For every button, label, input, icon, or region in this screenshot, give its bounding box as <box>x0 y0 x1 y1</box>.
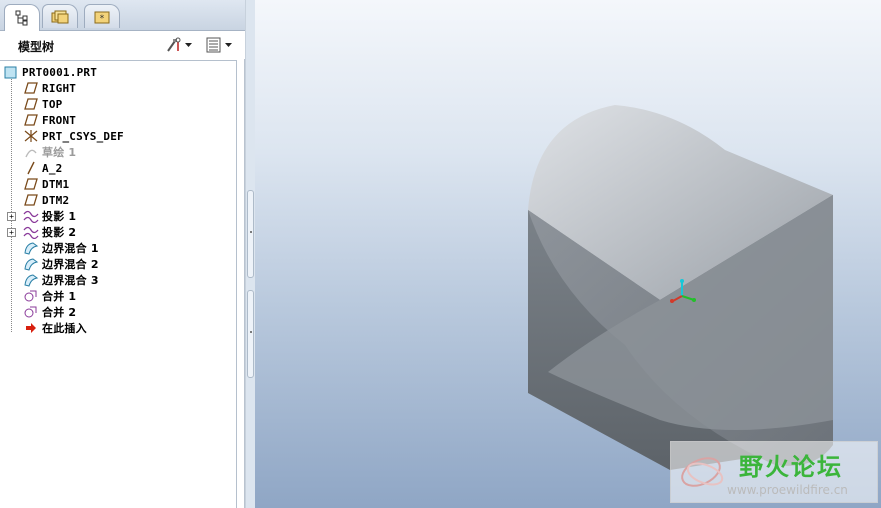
projected-curve-icon <box>23 208 39 224</box>
expand-toggle[interactable]: + <box>7 228 16 237</box>
watermark-logo-icon <box>681 457 724 487</box>
tree-item-dtm1[interactable]: DTM1 <box>23 176 69 192</box>
datum-plane-icon <box>23 112 39 128</box>
boundary-blend-icon <box>23 256 39 272</box>
tree-item-front[interactable]: FRONT <box>23 112 76 128</box>
tree-item-insert-here[interactable]: 在此插入 <box>23 320 87 336</box>
tree-item-dtm2[interactable]: DTM2 <box>23 192 69 208</box>
navigator-tabs: * <box>0 0 245 31</box>
insert-here-arrow-icon <box>23 320 39 336</box>
boundary-blend-icon <box>23 240 39 256</box>
chevron-down-icon <box>225 42 232 47</box>
panel-splitter[interactable] <box>245 0 255 508</box>
tree-item-merge-2[interactable]: 合并 2 <box>23 304 76 320</box>
splitter-grip-top[interactable] <box>247 190 254 278</box>
tree-item-boundary-blend-2[interactable]: 边界混合 2 <box>23 256 99 272</box>
folder-browser-icon <box>51 10 69 23</box>
chevron-down-icon <box>185 42 192 47</box>
splitter-grip-bottom[interactable] <box>247 290 254 378</box>
watermark-url: www.proewildfire.cn <box>727 483 848 497</box>
coordinate-system-icon <box>23 128 39 144</box>
tree-root[interactable]: PRT0001.PRT <box>3 64 97 80</box>
graphics-viewport[interactable] <box>255 0 881 508</box>
tree-guide-line <box>11 77 12 332</box>
tab-model-tree[interactable] <box>4 4 40 31</box>
tree-item-merge-1[interactable]: 合并 1 <box>23 288 76 304</box>
tree-item-top[interactable]: TOP <box>23 96 62 112</box>
datum-plane-icon <box>23 80 39 96</box>
tab-favorites[interactable]: * <box>84 4 120 28</box>
tree-item-right[interactable]: RIGHT <box>23 80 76 96</box>
show-menu-button[interactable] <box>205 35 232 55</box>
settings-button[interactable] <box>165 35 192 55</box>
datum-axis-icon <box>23 160 39 176</box>
tree-item-projection-2[interactable]: 投影 2 <box>23 224 76 240</box>
tools-icon <box>167 37 181 52</box>
merge-icon <box>23 304 39 320</box>
tree-item-boundary-blend-3[interactable]: 边界混合 3 <box>23 272 99 288</box>
watermark: 野火论坛 www.proewildfire.cn <box>670 441 878 503</box>
watermark-title: 野火论坛 <box>739 453 843 481</box>
tree-item-axis[interactable]: A_2 <box>23 160 62 176</box>
panel-header: 模型树 <box>0 31 245 59</box>
merge-icon <box>23 288 39 304</box>
datum-plane-icon <box>23 192 39 208</box>
model-tree-icon <box>15 10 28 26</box>
expand-toggle[interactable]: + <box>7 212 16 221</box>
tree-item-sketch[interactable]: 草绘 1 <box>23 144 76 160</box>
datum-plane-icon <box>23 96 39 112</box>
panel-title: 模型树 <box>18 40 55 54</box>
list-view-icon <box>206 37 221 53</box>
navigator-panel: * 模型树 PRT0001.PRT RIGHT TOP FRONT PRT_CS… <box>0 0 245 508</box>
part-icon <box>3 64 19 80</box>
tree-item-csys[interactable]: PRT_CSYS_DEF <box>23 128 124 144</box>
tree-item-boundary-blend-1[interactable]: 边界混合 1 <box>23 240 99 256</box>
tab-folder-browser[interactable] <box>42 4 78 28</box>
projected-curve-icon <box>23 224 39 240</box>
favorites-folder-icon: * <box>94 11 110 24</box>
model-tree: PRT0001.PRT RIGHT TOP FRONT PRT_CSYS_DEF… <box>0 60 237 508</box>
model-3d-view <box>528 105 833 470</box>
svg-text:*: * <box>99 14 104 24</box>
boundary-blend-icon <box>23 272 39 288</box>
datum-plane-icon <box>23 176 39 192</box>
tree-item-projection-1[interactable]: 投影 1 <box>23 208 76 224</box>
sketch-icon <box>23 144 39 160</box>
